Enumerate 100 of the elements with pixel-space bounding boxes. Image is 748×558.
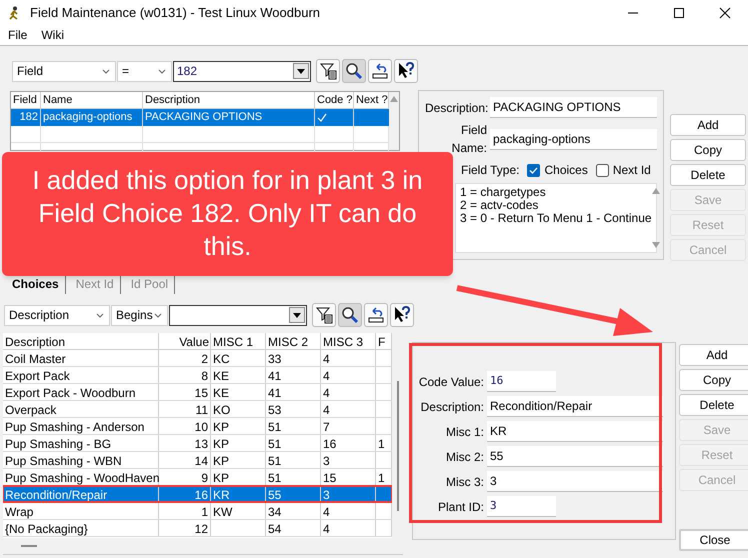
table-cell: 16	[194, 488, 208, 502]
scrollbar-thumb[interactable]	[396, 381, 398, 511]
table-cell: 1	[201, 505, 208, 519]
search-icon	[344, 61, 364, 81]
table-cell: 4	[323, 505, 330, 519]
toolbar-button[interactable]	[342, 59, 366, 83]
table-cell: 4	[323, 386, 330, 400]
filter-icon	[314, 305, 334, 325]
action-button[interactable]: Copy	[679, 369, 748, 391]
table-cell: 1	[378, 471, 385, 485]
column-header[interactable]: Field	[11, 92, 41, 108]
text-line: 2 = actv-codes	[460, 199, 538, 212]
table-cell: Pup Smashing - WoodHaven	[5, 471, 160, 485]
table-cell: 51	[268, 420, 282, 434]
table-cell: KC	[213, 352, 230, 366]
toolbar-button[interactable]	[390, 303, 414, 327]
column-header[interactable]: MISC 2	[266, 333, 321, 349]
table-cell: Export Pack - Woodburn	[5, 386, 136, 400]
dropdown[interactable]: Field	[12, 60, 116, 82]
table-row[interactable]: Export Pack - Woodburn 15 KE 41 4	[3, 384, 392, 401]
column-header[interactable]: Description	[3, 333, 159, 349]
checkbox-label[interactable]: Next Id	[612, 161, 651, 179]
checkbox-label[interactable]: Choices	[544, 161, 588, 179]
action-button[interactable]: Delete	[679, 394, 748, 416]
table-cell: KO	[213, 403, 230, 417]
column-header[interactable]: MISC 1	[211, 333, 266, 349]
column-header[interactable]: Name	[41, 92, 143, 108]
table-cell: KE	[213, 386, 230, 400]
table-row[interactable]: Overpack 11 KO 53 4	[3, 401, 392, 418]
scroll-up-icon[interactable]	[652, 188, 660, 194]
table-cell: 55	[268, 488, 282, 502]
chevron-down-icon	[153, 310, 163, 320]
chevron-down-icon	[157, 66, 167, 76]
column-header[interactable]: Description	[143, 92, 315, 108]
dropdown[interactable]: Description	[4, 304, 110, 326]
column-header[interactable]: Code ?	[315, 92, 354, 108]
menu-item[interactable]: Wiki	[41, 26, 64, 44]
column-header[interactable]: MISC 3	[321, 333, 376, 349]
text-field[interactable]: Recondition/Repair	[487, 396, 663, 417]
toolbar-button[interactable]	[394, 59, 418, 83]
toolbar-button[interactable]	[312, 303, 336, 327]
table-cell: 15	[194, 386, 208, 400]
text-field[interactable]: packaging-options	[490, 128, 657, 150]
table-cell: 3	[323, 454, 330, 468]
table-row[interactable]: Coil Master 2 KC 33 4	[3, 350, 392, 367]
undo-icon	[366, 305, 386, 325]
field-label: Code Value:	[418, 374, 484, 390]
text-field[interactable]: 55	[487, 446, 663, 467]
field-label: Description:	[425, 100, 487, 116]
table-cell: 54	[268, 522, 282, 536]
text-line: 3 = 0 - Return To Menu 1 - Continue	[460, 212, 652, 225]
table-cell: Recondition/Repair	[5, 488, 108, 502]
table-cell: Overpack	[5, 403, 56, 417]
action-button[interactable]: Add	[670, 114, 746, 136]
table-cell: Export Pack	[5, 369, 70, 383]
table-row[interactable]: Recondition/Repair 16 KR 55 3	[3, 486, 392, 503]
checkbox[interactable]	[596, 164, 609, 176]
toolbar-button[interactable]	[316, 59, 340, 83]
scrollbar-thumb[interactable]	[21, 545, 37, 547]
callout-tooltip: I added this option for in plant 3 in Field Choice 182. Only IT can do this.	[2, 152, 453, 276]
table-row[interactable]: Pup Smashing - BG 13 KP 51 16 1	[3, 435, 392, 452]
dropdown[interactable]: =	[117, 60, 172, 82]
table-cell: 7	[323, 420, 330, 434]
scroll-down-icon[interactable]	[652, 242, 660, 248]
table-cell: KP	[213, 420, 230, 434]
window-title: Field Maintenance (w0131) - Test Linux Woodburn	[30, 4, 320, 22]
text-field[interactable]: KR	[487, 421, 663, 442]
menu-item[interactable]: File	[8, 26, 28, 44]
text-field[interactable]: PACKAGING OPTIONS	[490, 97, 657, 118]
checkbox[interactable]	[527, 164, 540, 176]
table-cell: Coil Master	[5, 352, 66, 366]
table-row[interactable]: Wrap 1 KW 34 4	[3, 503, 392, 520]
table-cell: 3	[323, 488, 330, 502]
table-cell: KE	[213, 369, 230, 383]
table-row[interactable]: Pup Smashing - WBN 14 KP 51 3	[3, 452, 392, 469]
table-row[interactable]: Export Pack 8 KE 41 4	[3, 367, 392, 384]
text-field[interactable]: 3	[487, 496, 556, 517]
table-cell: Pup Smashing - Anderson	[5, 420, 144, 434]
table-row[interactable]: {No Packaging} 12 54 4	[3, 520, 392, 537]
combo-field[interactable]: 182	[173, 60, 311, 82]
table-row[interactable]: Pup Smashing - Anderson 10 KP 51 7	[3, 418, 392, 435]
table-cell: 41	[268, 369, 282, 383]
combo-field[interactable]	[169, 304, 307, 326]
table-cell: KP	[213, 437, 230, 451]
search-icon	[340, 305, 360, 325]
toolbar-button[interactable]	[338, 303, 362, 327]
action-button[interactable]: Delete	[670, 164, 746, 186]
table-row[interactable]: 182 packaging-options PACKAGING OPTIONS	[11, 109, 389, 126]
action-button[interactable]: Add	[679, 344, 748, 366]
choices-text-area[interactable]: 1 = chargetypes 2 = actv-codes 3 = 0 - Return To Menu 1 - Continue	[455, 183, 657, 253]
table-cell: {No Packaging}	[5, 522, 88, 536]
text-field[interactable]: 3	[487, 471, 663, 492]
column-header[interactable]: Value	[159, 333, 211, 349]
toolbar-button[interactable]	[368, 59, 392, 83]
action-button[interactable]: Copy	[670, 139, 746, 161]
table-cell: 51	[268, 437, 282, 451]
text-field[interactable]: 16	[487, 371, 556, 392]
close-button[interactable]: Close	[679, 529, 748, 551]
dropdown[interactable]: Begins	[111, 304, 168, 326]
toolbar-button[interactable]	[364, 303, 388, 327]
